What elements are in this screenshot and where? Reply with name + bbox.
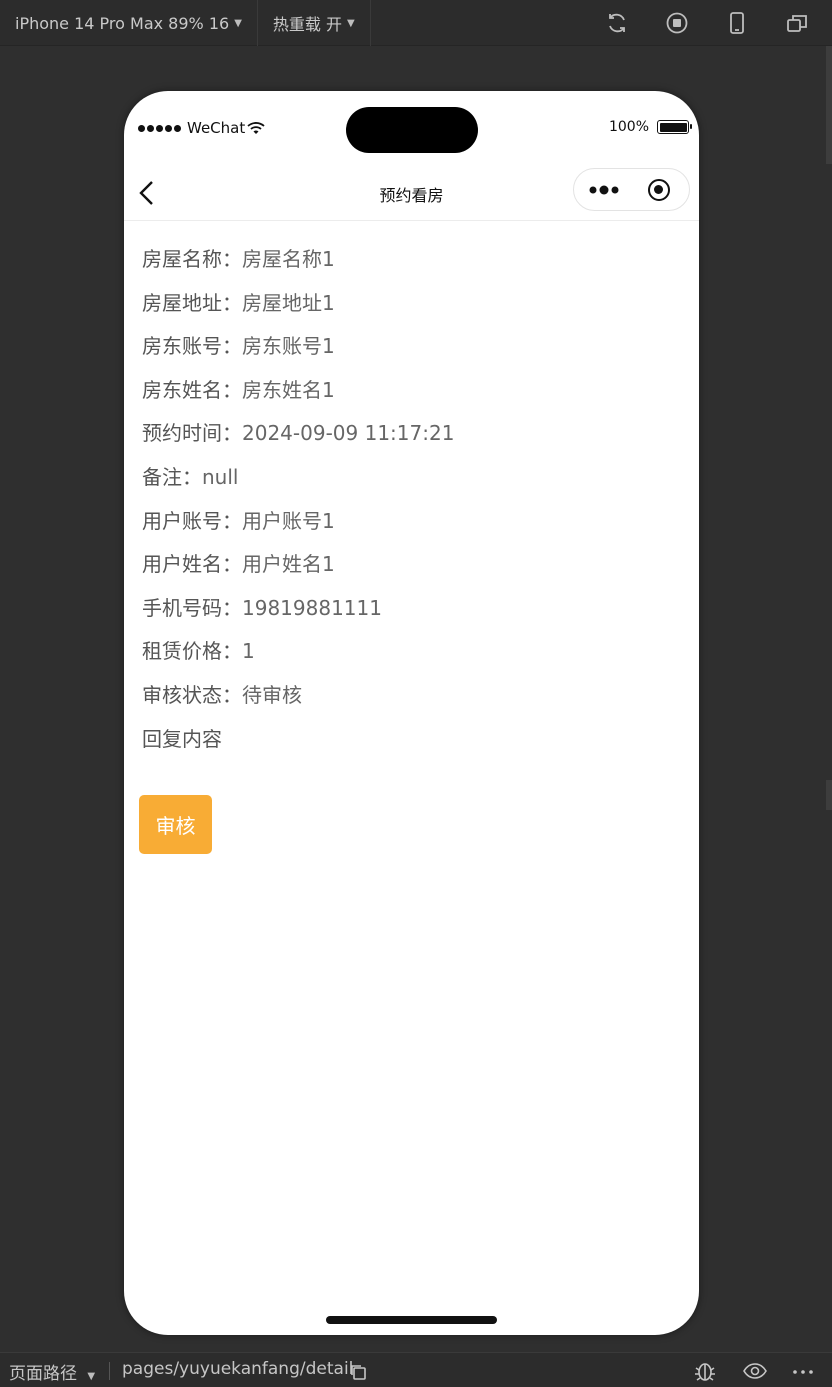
detail-label: 租赁价格： xyxy=(142,639,242,664)
detail-value: 2024-09-09 11:17:21 xyxy=(242,421,455,446)
detail-value: 待审核 xyxy=(242,682,302,707)
page-path-selector[interactable]: 页面路径 ▼ xyxy=(9,1359,95,1384)
detail-row: 预约时间： 2024-09-09 11:17:21 xyxy=(142,415,454,459)
detail-row: 用户姓名： 用户姓名1 xyxy=(142,546,454,590)
detail-row: 房东账号： 房东账号1 xyxy=(142,328,454,372)
home-indicator xyxy=(326,1316,497,1324)
detail-row: 备注： null xyxy=(142,459,454,503)
detail-value: 1 xyxy=(242,639,255,664)
refresh-icon[interactable] xyxy=(605,11,629,35)
divider xyxy=(109,1362,110,1380)
device-label: iPhone 14 Pro Max 89% 16 xyxy=(15,13,230,33)
scrollbar-top[interactable] xyxy=(826,46,832,164)
detail-label: 房东账号： xyxy=(142,334,242,359)
detail-row: 回复内容 xyxy=(142,721,454,765)
detail-list: 房屋名称： 房屋名称1 房屋地址： 房屋地址1 房东账号： 房东账号1 房东姓名： 房东… xyxy=(142,241,454,764)
detail-label: 手机号码： xyxy=(142,595,242,620)
copy-icon[interactable] xyxy=(349,1363,367,1381)
phone-screen: WeChat 100% 预约看房 房屋名称： 房屋名称1 房屋地址： 房屋地址1 房… xyxy=(124,91,699,1335)
detail-row: 用户账号： 用户账号1 xyxy=(142,503,454,547)
detail-label: 房东姓名： xyxy=(142,377,242,402)
stop-icon[interactable] xyxy=(665,11,689,35)
detail-label: 回复内容 xyxy=(142,726,222,751)
devtools-bottom-bar: 页面路径 ▼ pages/yuyuekanfang/detail xyxy=(0,1352,832,1387)
detail-label: 用户姓名： xyxy=(142,552,242,577)
carrier-label: WeChat xyxy=(187,119,246,137)
audit-button[interactable]: 审核 xyxy=(139,795,212,854)
detail-value: 19819881111 xyxy=(242,595,382,620)
devtools-toolbar: iPhone 14 Pro Max 89% 16 ▼ 热重载 开 ▼ xyxy=(0,0,832,46)
hot-reload-toggle[interactable]: 热重载 开 ▼ xyxy=(258,0,371,46)
detail-value: 房东姓名1 xyxy=(242,377,335,402)
signal-icon xyxy=(138,124,181,132)
more-icon[interactable] xyxy=(588,182,622,198)
battery-icon xyxy=(657,120,692,134)
status-bar-right: 100% xyxy=(608,119,692,135)
detail-value: 房屋地址1 xyxy=(242,290,335,315)
bug-icon[interactable] xyxy=(692,1360,718,1382)
more-options-icon[interactable] xyxy=(790,1360,816,1382)
scrollbar-handle[interactable] xyxy=(826,780,832,810)
caret-down-icon: ▼ xyxy=(87,1371,96,1382)
detail-label: 房屋地址： xyxy=(142,290,242,315)
detail-label: 房屋名称： xyxy=(142,247,242,271)
wifi-icon xyxy=(247,122,265,134)
device-selector[interactable]: iPhone 14 Pro Max 89% 16 ▼ xyxy=(0,0,258,46)
eye-icon[interactable] xyxy=(742,1360,768,1382)
nav-bar: 预约看房 xyxy=(124,163,699,221)
detail-row: 租赁价格： 1 xyxy=(142,633,454,677)
status-bar-left: WeChat xyxy=(138,119,265,137)
detail-label: 备注： xyxy=(142,464,202,489)
detail-label: 预约时间： xyxy=(142,421,242,446)
detail-value: 用户姓名1 xyxy=(242,552,335,577)
battery-percent: 100% xyxy=(608,119,649,135)
dynamic-island xyxy=(346,107,478,153)
capsule-menu xyxy=(573,168,690,211)
caret-down-icon: ▼ xyxy=(346,17,355,29)
detail-label: 审核状态： xyxy=(142,682,242,707)
caret-down-icon: ▼ xyxy=(234,17,242,29)
page-path: pages/yuyuekanfang/detail xyxy=(122,1359,354,1379)
detail-row: 房屋名称： 房屋名称1 xyxy=(142,241,454,285)
detail-row: 手机号码： 19819881111 xyxy=(142,590,454,634)
detail-row: 审核状态： 待审核 xyxy=(142,677,454,721)
detail-label: 用户账号： xyxy=(142,508,242,533)
detail-row: 房东姓名： 房东姓名1 xyxy=(142,372,454,416)
page-path-label: 页面路径 xyxy=(9,1364,77,1384)
detail-value: 用户账号1 xyxy=(242,508,335,533)
detail-value: 房屋名称1 xyxy=(242,247,335,271)
detail-row: 房屋地址： 房屋地址1 xyxy=(142,285,454,329)
detail-value: 房东账号1 xyxy=(242,334,335,359)
close-miniprogram-icon[interactable] xyxy=(648,179,670,201)
phone-icon[interactable] xyxy=(725,11,749,35)
window-icon[interactable] xyxy=(785,11,809,35)
hot-reload-label: 热重载 开 xyxy=(272,15,342,34)
detail-value: null xyxy=(202,464,239,489)
